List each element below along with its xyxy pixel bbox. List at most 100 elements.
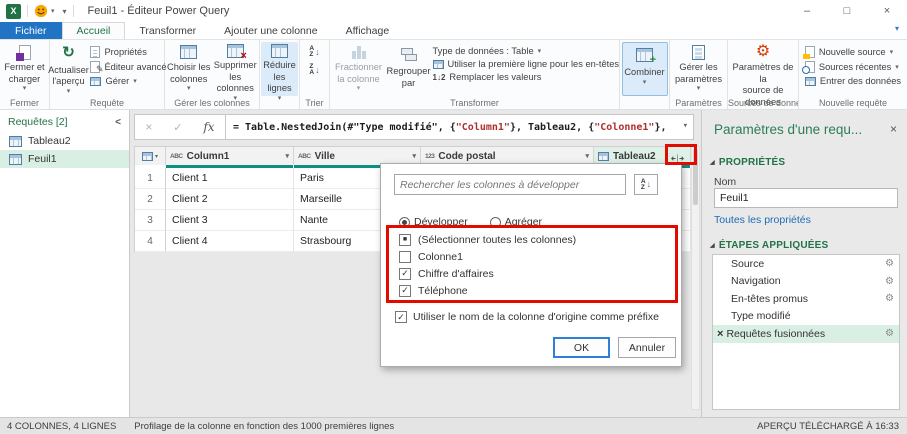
use-first-row-headers-button[interactable]: Utiliser la première ligne pour les en-t… <box>432 59 627 69</box>
applied-steps-header-label: ÉTAPES APPLIQUÉES <box>718 240 829 251</box>
filter-dropdown-icon[interactable]: ▾ <box>585 152 589 160</box>
replace-values-button[interactable]: 1↓2 Remplacer les valeurs <box>433 72 617 82</box>
cell-column1[interactable]: Client 2 <box>166 189 294 210</box>
settings-close-icon[interactable]: × <box>890 122 897 136</box>
remove-columns-label: Supprimer les colonnes <box>213 60 257 94</box>
maximize-button[interactable]: □ <box>827 0 867 22</box>
tab-ajouter-une-colonne[interactable]: Ajouter une colonne <box>210 22 331 39</box>
ribbon-options-icon[interactable]: ▾ <box>895 24 899 33</box>
choose-columns-button[interactable]: Choisir les colonnes ▾ <box>166 42 212 96</box>
cancel-button[interactable]: Annuler <box>618 337 676 358</box>
column-header-column1[interactable]: ABC Column1 ▾ <box>166 147 294 165</box>
close-and-load-button[interactable]: Fermer et charger ▾ <box>1 42 48 96</box>
gear-icon[interactable]: ⚙ <box>885 293 894 304</box>
step-requetes-fusionnees[interactable]: × Requêtes fusionnées ⚙ <box>713 325 899 343</box>
query-item-feuil1[interactable]: Feuil1 <box>0 150 129 168</box>
split-column-icon <box>351 44 366 60</box>
reduce-rows-button[interactable]: Réduire les lignes ▾ <box>261 42 298 102</box>
cell-column1[interactable]: Client 3 <box>166 210 294 231</box>
collapse-panel-icon[interactable]: < <box>115 117 121 128</box>
tab-affichage[interactable]: Affichage <box>332 22 404 39</box>
query-name-input[interactable]: Feuil1 <box>714 188 898 208</box>
search-columns-input[interactable] <box>394 174 626 195</box>
gear-icon[interactable]: ⚙ <box>885 328 894 339</box>
formula-input[interactable]: = Table.NestedJoin(#"Type modifié", {"Co… <box>226 114 694 140</box>
group-by-button[interactable]: Regrouper par <box>386 42 432 96</box>
manage-label: Gérer <box>105 76 130 86</box>
recent-sources-icon <box>801 61 815 74</box>
status-bar: 4 COLONNES, 4 LIGNES Profilage de la col… <box>0 417 907 434</box>
step-label: Navigation <box>731 275 781 288</box>
gear-icon[interactable]: ⚙ <box>885 276 894 287</box>
ribbon-group-requete: ↻ Actualiser l'aperçu ▾ Propriétés ✎ Édi… <box>47 40 167 109</box>
filter-dropdown-icon[interactable]: ▾ <box>412 152 416 160</box>
minimize-button[interactable]: – <box>787 0 827 22</box>
properties-icon <box>90 46 101 58</box>
formula-text: = Table.NestedJoin(#"Type modifié", { <box>233 121 456 133</box>
data-type-button[interactable]: Type de données : Table ▾ <box>433 46 617 56</box>
sort-descending-button[interactable]: ZA ↓ <box>309 63 319 76</box>
formula-cancel-icon[interactable]: × <box>145 120 152 134</box>
row-number[interactable]: 2 <box>135 189 166 210</box>
step-source[interactable]: Source ⚙ <box>713 255 899 273</box>
remove-columns-button[interactable]: × Supprimer les colonnes ▾ <box>213 42 259 102</box>
tab-fichier[interactable]: Fichier <box>0 22 62 39</box>
checkbox-use-original-prefix[interactable]: ✓ Utiliser le nom de la colonne d'origin… <box>395 311 659 323</box>
group-label-requete: Requête <box>89 98 125 108</box>
gear-icon[interactable]: ⚙ <box>885 258 894 269</box>
select-all-corner[interactable]: ▾ <box>135 147 166 165</box>
prefix-checkbox-label: Utiliser le nom de la colonne d'origine … <box>413 311 659 323</box>
data-source-settings-button[interactable]: ⚙ Paramètres de la source de données <box>729 42 797 107</box>
status-profiling-info[interactable]: Profilage de la colonne en fonction des … <box>134 421 394 432</box>
new-source-icon <box>802 46 815 59</box>
formula-text: }, <box>654 121 667 133</box>
filter-dropdown-icon[interactable]: ▾ <box>285 152 289 160</box>
cell-column1[interactable]: Client 4 <box>166 231 294 252</box>
popup-sort-button[interactable]: AZ ↓ <box>634 174 658 195</box>
group-by-label: Regrouper par <box>386 66 431 88</box>
all-properties-link[interactable]: Toutes les propriétés <box>714 214 811 226</box>
cell-column1[interactable]: Client 1 <box>166 168 294 189</box>
quick-access-customize-button[interactable]: ▾ <box>63 7 67 16</box>
step-navigation[interactable]: Navigation ⚙ <box>713 273 899 291</box>
row-number[interactable]: 3 <box>135 210 166 231</box>
number-type-icon: 123 <box>425 152 435 160</box>
group-label-parametres: Paramètres <box>675 98 722 108</box>
tab-accueil[interactable]: Accueil <box>61 22 126 39</box>
split-column-button[interactable]: Fractionner la colonne ▾ <box>333 42 385 96</box>
step-en-tetes-promus[interactable]: En-têtes promus ⚙ <box>713 290 899 308</box>
formula-expand-icon[interactable]: ▾ <box>683 121 688 131</box>
applied-steps-section-header[interactable]: ◢ ÉTAPES APPLIQUÉES <box>710 240 828 251</box>
enter-data-button[interactable]: Entrer des données <box>804 76 901 86</box>
properties-button[interactable]: Propriétés <box>90 46 166 58</box>
combine-button[interactable]: + Combiner ▾ <box>621 42 668 96</box>
step-type-modifie[interactable]: Type modifié <box>713 308 899 326</box>
reduce-rows-icon <box>271 44 288 58</box>
ribbon-group-combiner: + Combiner ▾ <box>620 40 670 109</box>
advanced-editor-button[interactable]: ✎ Éditeur avancé <box>90 61 167 74</box>
grid-vertical-scrollbar[interactable] <box>691 146 700 410</box>
window-title: Feuil1 - Éditeur Power Query <box>87 5 230 17</box>
query-item-tableau2[interactable]: Tableau2 <box>0 132 129 150</box>
feedback-smiley-button[interactable]: ▾ <box>34 4 55 18</box>
tab-transformer[interactable]: Transformer <box>125 22 210 39</box>
manage-parameters-button[interactable]: Gérer les paramètres ▾ <box>672 42 726 96</box>
sort-ascending-button[interactable]: AZ ↓ <box>309 45 319 58</box>
ribbon-tab-bar: Fichier Accueil Transformer Ajouter une … <box>0 22 907 40</box>
new-source-button[interactable]: Nouvelle source ▾ <box>802 46 901 59</box>
choose-columns-icon <box>180 44 198 60</box>
manage-button[interactable]: Gérer ▾ <box>90 76 166 86</box>
ok-button[interactable]: OK <box>553 337 610 358</box>
name-label: Nom <box>714 176 737 188</box>
row-number[interactable]: 1 <box>135 168 166 189</box>
data-source-settings-label-1: Paramètres de la <box>732 62 794 84</box>
row-number[interactable]: 4 <box>135 231 166 252</box>
recent-sources-button[interactable]: Sources récentes ▾ <box>801 61 901 74</box>
refresh-preview-button[interactable]: ↻ Actualiser l'aperçu ▾ <box>47 42 89 96</box>
replace-values-label: Remplacer les valeurs <box>449 72 542 82</box>
formula-accept-icon[interactable]: ✓ <box>173 121 182 134</box>
smiley-dropdown-icon: ▾ <box>51 8 55 15</box>
delete-step-icon[interactable]: × <box>717 328 723 340</box>
properties-section-header[interactable]: ◢ PROPRIÉTÉS <box>710 157 785 168</box>
close-button[interactable]: × <box>867 0 907 22</box>
